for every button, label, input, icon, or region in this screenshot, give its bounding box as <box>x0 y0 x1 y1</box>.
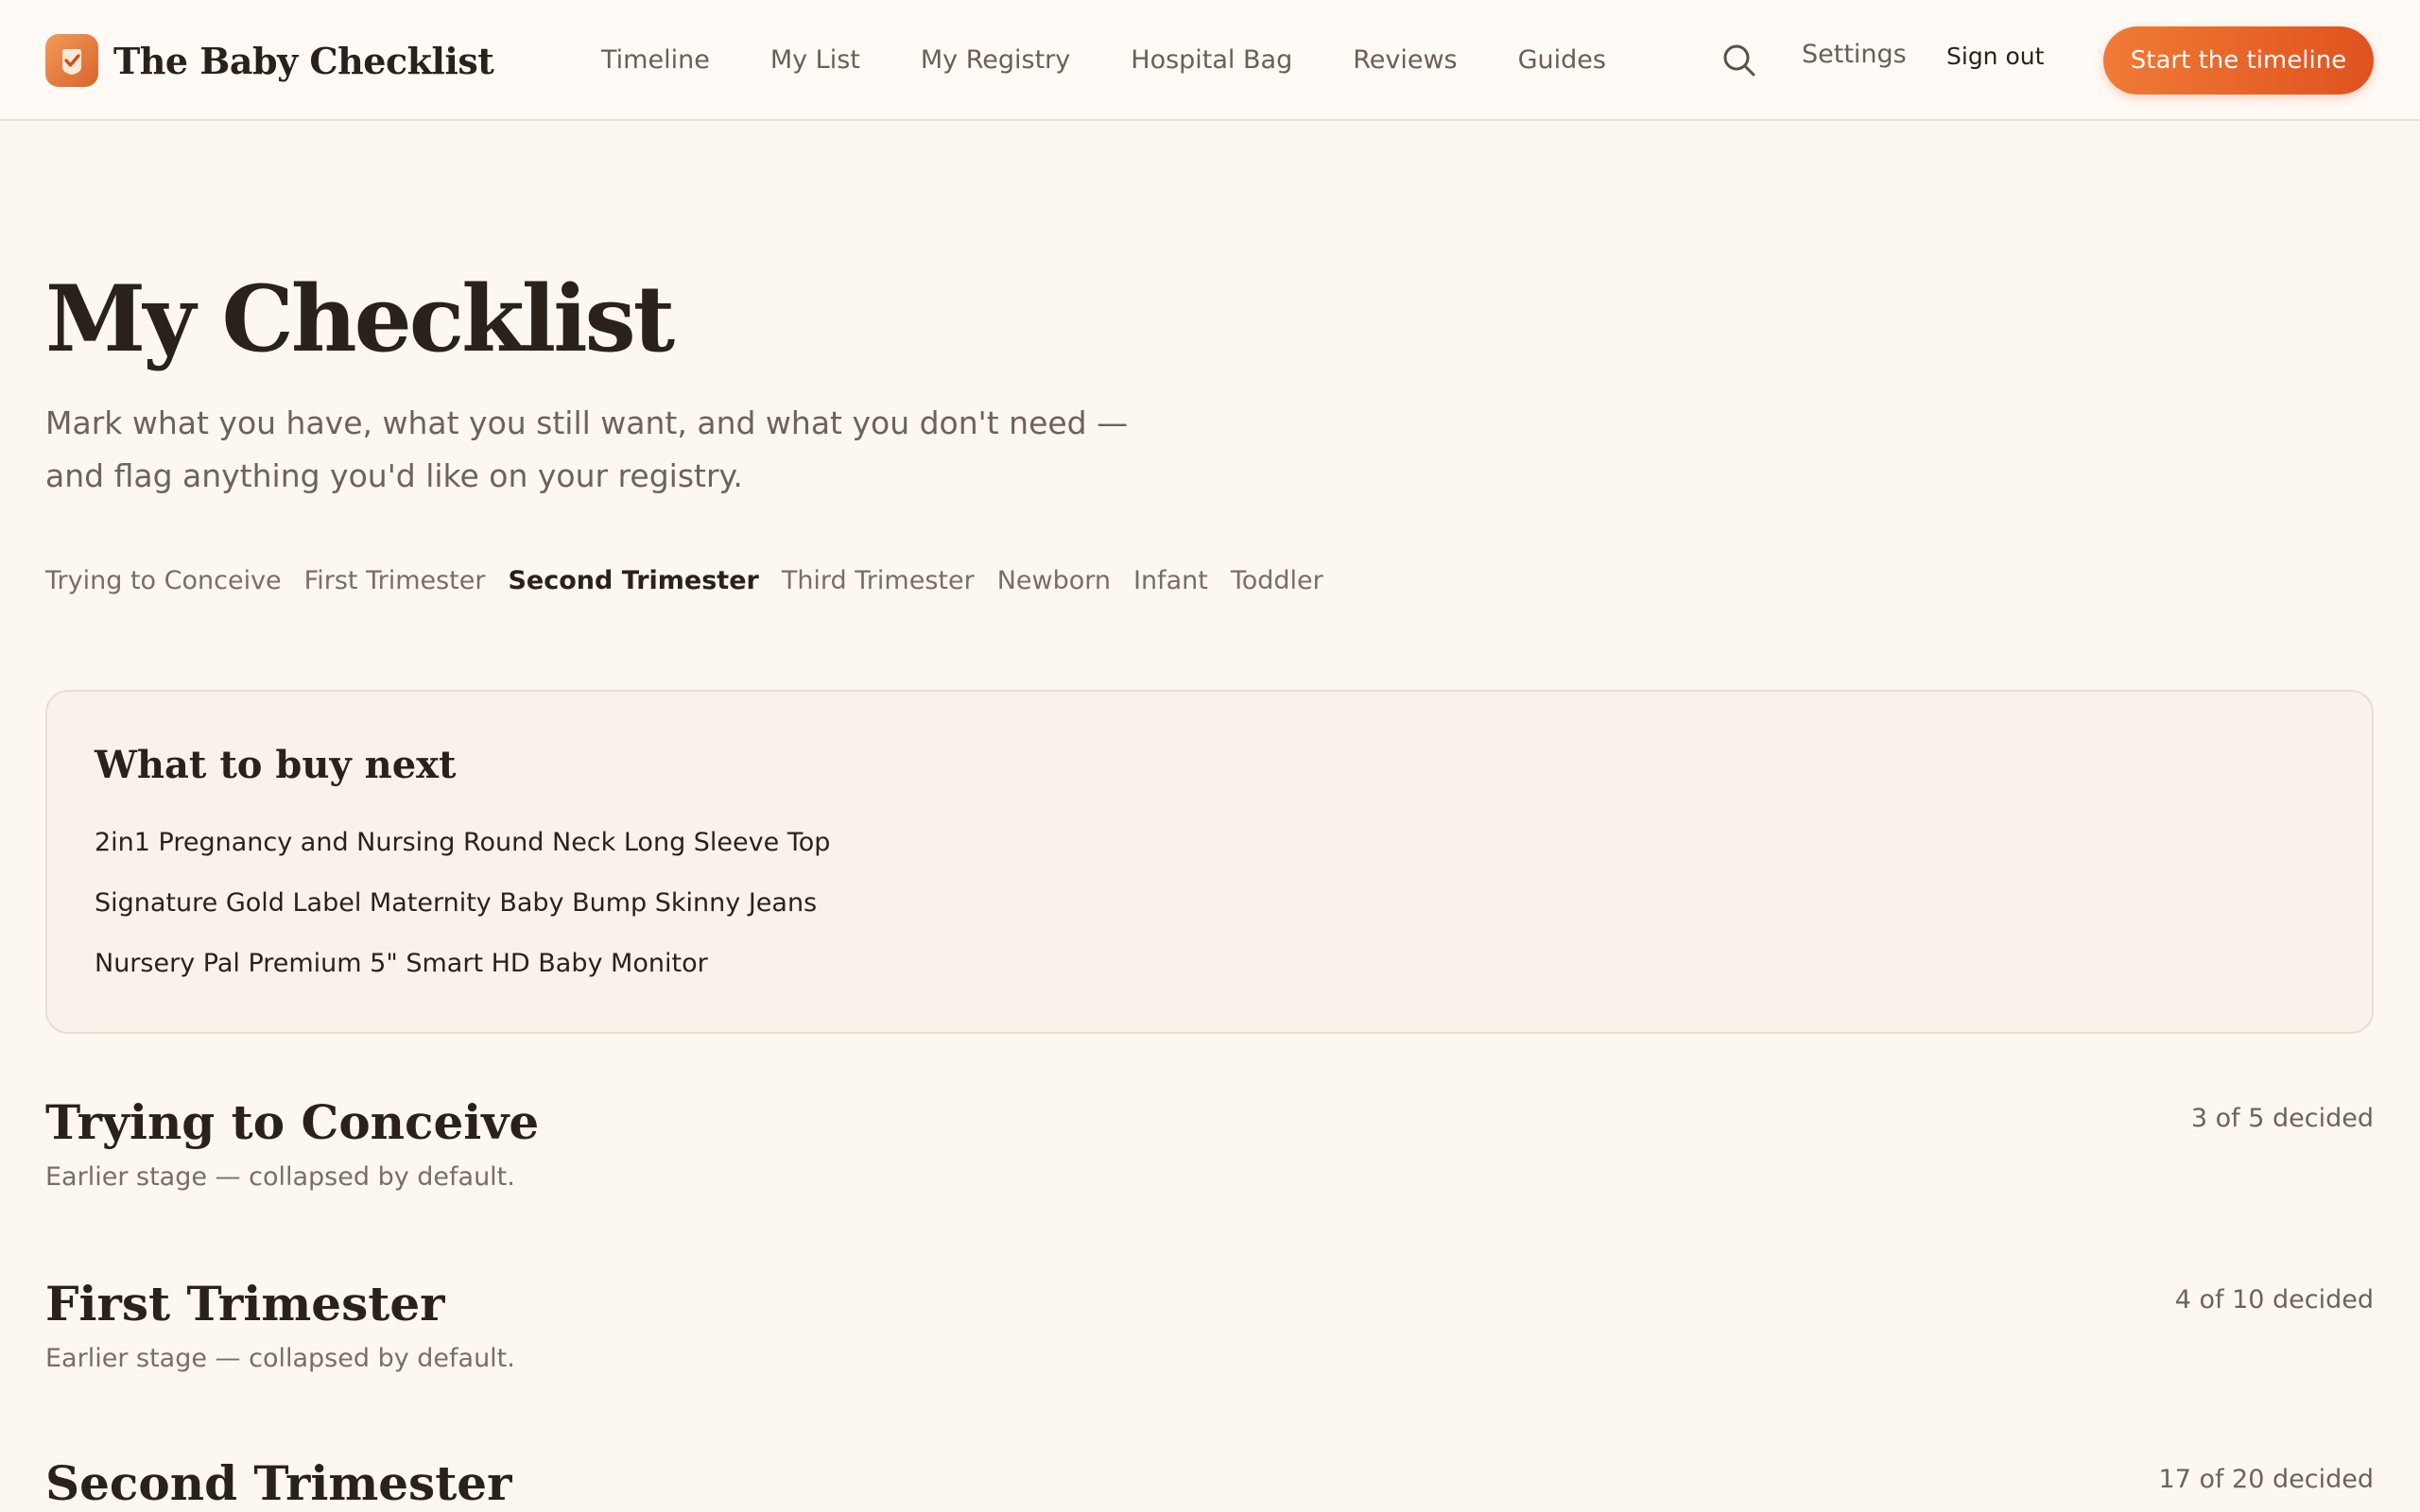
what-to-buy-next-card: What to buy next 2in1 Pregnancy and Nurs… <box>45 690 2374 1034</box>
page-subtitle: Mark what you have, what you still want,… <box>45 397 1132 503</box>
stage-tab-trying-to-conceive[interactable]: Trying to Conceive <box>45 566 282 595</box>
brand-name: The Baby Checklist <box>113 39 494 82</box>
buy-next-list: 2in1 Pregnancy and Nursing Round Neck Lo… <box>95 824 830 1005</box>
buy-next-item[interactable]: 2in1 Pregnancy and Nursing Round Neck Lo… <box>95 824 830 885</box>
section-decided-count: 3 of 5 decided <box>2190 1104 2374 1133</box>
nav-reviews[interactable]: Reviews <box>1353 45 1457 75</box>
section-first-trimester: First Trimester Earlier stage — collapse… <box>45 1274 2374 1406</box>
nav-my-list[interactable]: My List <box>770 45 860 75</box>
search-icon[interactable] <box>1720 42 1758 79</box>
buy-next-item[interactable]: Signature Gold Label Maternity Baby Bump… <box>95 885 830 945</box>
stage-tab-toddler[interactable]: Toddler <box>1231 566 1323 595</box>
start-timeline-button[interactable]: Start the timeline <box>2103 26 2374 94</box>
section-title[interactable]: Second Trimester <box>45 1453 511 1512</box>
main-nav: Timeline My List My Registry Hospital Ba… <box>601 38 1667 81</box>
stage-tab-infant[interactable]: Infant <box>1133 566 1208 595</box>
stage-tabs: Trying to Conceive First Trimester Secon… <box>45 561 1346 599</box>
top-navigation-bar: The Baby Checklist Timeline My List My R… <box>0 0 2420 121</box>
what-to-buy-next-title: What to buy next <box>95 743 457 787</box>
settings-link[interactable]: Settings <box>1802 40 1907 69</box>
section-trying-to-conceive: Trying to Conceive Earlier stage — colla… <box>45 1092 2374 1225</box>
nav-my-registry[interactable]: My Registry <box>921 45 1070 75</box>
section-second-trimester: Second Trimester 17 of 20 decided <box>45 1453 2374 1512</box>
nav-timeline[interactable]: Timeline <box>601 45 710 75</box>
page-subtitle-line-2: and flag anything you'd like on your reg… <box>45 457 743 494</box>
section-title[interactable]: Trying to Conceive <box>45 1092 539 1153</box>
sign-out-link[interactable]: Sign out <box>1946 43 2044 70</box>
nav-guides[interactable]: Guides <box>1518 45 1606 75</box>
section-collapsed-note: Earlier stage — collapsed by default. <box>45 1162 515 1192</box>
stage-tab-first-trimester[interactable]: First Trimester <box>304 566 486 595</box>
nav-hospital-bag[interactable]: Hospital Bag <box>1131 45 1292 75</box>
stage-tab-second-trimester[interactable]: Second Trimester <box>508 566 758 595</box>
buy-next-item[interactable]: Nursery Pal Premium 5" Smart HD Baby Mon… <box>95 945 830 1005</box>
section-decided-count: 4 of 10 decided <box>2174 1285 2374 1314</box>
page-title: My Checklist <box>45 266 675 372</box>
stage-tab-third-trimester[interactable]: Third Trimester <box>782 566 975 595</box>
section-title[interactable]: First Trimester <box>45 1274 445 1334</box>
section-decided-count: 17 of 20 decided <box>2158 1465 2374 1494</box>
page-subtitle-line-1: Mark what you have, what you still want,… <box>45 404 1129 441</box>
section-collapsed-note: Earlier stage — collapsed by default. <box>45 1344 515 1373</box>
stage-tab-newborn[interactable]: Newborn <box>997 566 1111 595</box>
brand-home-link[interactable]: The Baby Checklist <box>45 34 494 87</box>
checklist-logo-icon <box>45 34 98 87</box>
